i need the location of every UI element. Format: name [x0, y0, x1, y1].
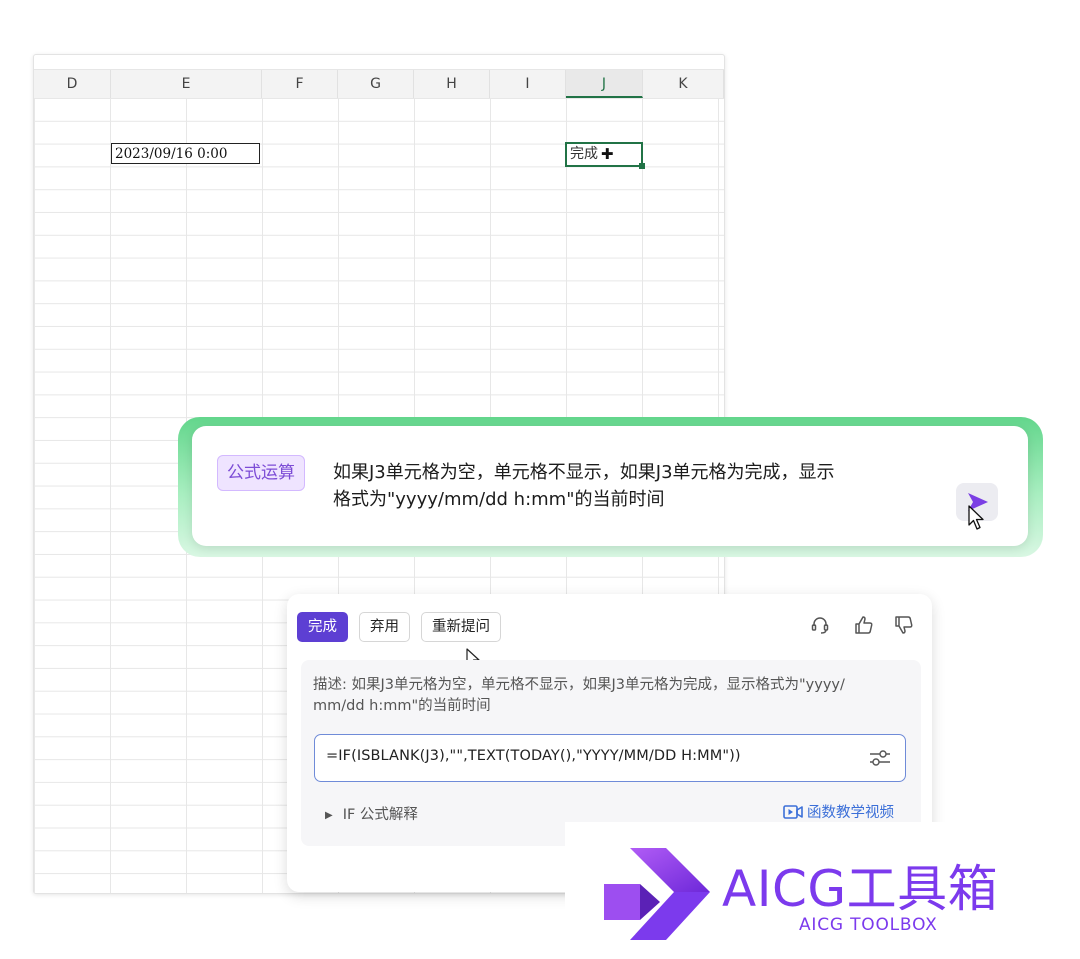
column-header-f[interactable]: F: [262, 70, 338, 98]
explain-label: IF 公式解释: [342, 807, 418, 823]
thumbs-down-icon[interactable]: [893, 614, 915, 636]
expand-triangle-icon: ▶: [325, 810, 333, 821]
column-header-d[interactable]: D: [34, 70, 111, 98]
description-line2: mm/dd h:mm"的当前时间: [313, 698, 491, 714]
video-link-label: 函数教学视频: [807, 805, 894, 821]
fill-handle[interactable]: [639, 163, 645, 169]
brand-title: AICG工具箱: [722, 860, 999, 918]
column-header-row: D E F G H I J K: [34, 69, 724, 99]
tutorial-video-link[interactable]: 函数教学视频: [783, 801, 894, 822]
done-button[interactable]: 完成: [297, 612, 348, 642]
formula-text: =IF(ISBLANK(J3),"",TEXT(TODAY(),"YYYY/MM…: [326, 748, 741, 764]
reask-button[interactable]: 重新提问: [421, 612, 501, 642]
prompt-category-tag[interactable]: 公式运算: [217, 455, 305, 491]
formula-explain-toggle[interactable]: ▶ IF 公式解释: [325, 803, 418, 824]
aicg-logo-icon: [604, 848, 710, 940]
discard-button[interactable]: 弃用: [359, 612, 410, 642]
description-line1: 描述: 如果J3单元格为空，单元格不显示，如果J3单元格为完成，显示格式为"yy…: [313, 677, 845, 693]
thumbs-up-icon[interactable]: [853, 614, 875, 636]
prompt-card: 公式运算 如果J3单元格为空，单元格不显示，如果J3单元格为完成，显示 格式为"…: [192, 426, 1028, 546]
date-cell[interactable]: 2023/09/16 0:00: [111, 143, 260, 164]
column-header-g[interactable]: G: [338, 70, 414, 98]
brand-subtitle: AICG TOOLBOX: [799, 915, 938, 935]
selected-cell-j3[interactable]: 完成 ✚: [565, 142, 643, 167]
column-header-k[interactable]: K: [643, 70, 724, 98]
column-header-h[interactable]: H: [414, 70, 490, 98]
prompt-text-line2: 格式为"yyyy/mm/dd h:mm"的当前时间: [333, 489, 665, 510]
description-text: 描述: 如果J3单元格为空，单元格不显示，如果J3单元格为完成，显示格式为"yy…: [313, 675, 911, 717]
video-icon: [783, 805, 803, 819]
prompt-text-line1: 如果J3单元格为空，单元格不显示，如果J3单元格为完成，显示: [333, 462, 835, 483]
column-header-j[interactable]: J: [566, 70, 643, 98]
mouse-pointer-icon: [968, 505, 984, 530]
prompt-input[interactable]: 如果J3单元格为空，单元格不显示，如果J3单元格为完成，显示 格式为"yyyy/…: [333, 459, 943, 513]
headset-icon[interactable]: [809, 614, 831, 636]
cell-cursor-cross-icon: ✚: [601, 145, 614, 163]
column-header-i[interactable]: I: [490, 70, 566, 98]
column-header-e[interactable]: E: [111, 70, 262, 98]
answer-box: 描述: 如果J3单元格为空，单元格不显示，如果J3单元格为完成，显示格式为"yy…: [301, 660, 921, 846]
sliders-settings-icon[interactable]: [869, 748, 891, 768]
selected-cell-value: 完成: [570, 146, 598, 162]
formula-field[interactable]: =IF(ISBLANK(J3),"",TEXT(TODAY(),"YYYY/MM…: [314, 734, 906, 782]
